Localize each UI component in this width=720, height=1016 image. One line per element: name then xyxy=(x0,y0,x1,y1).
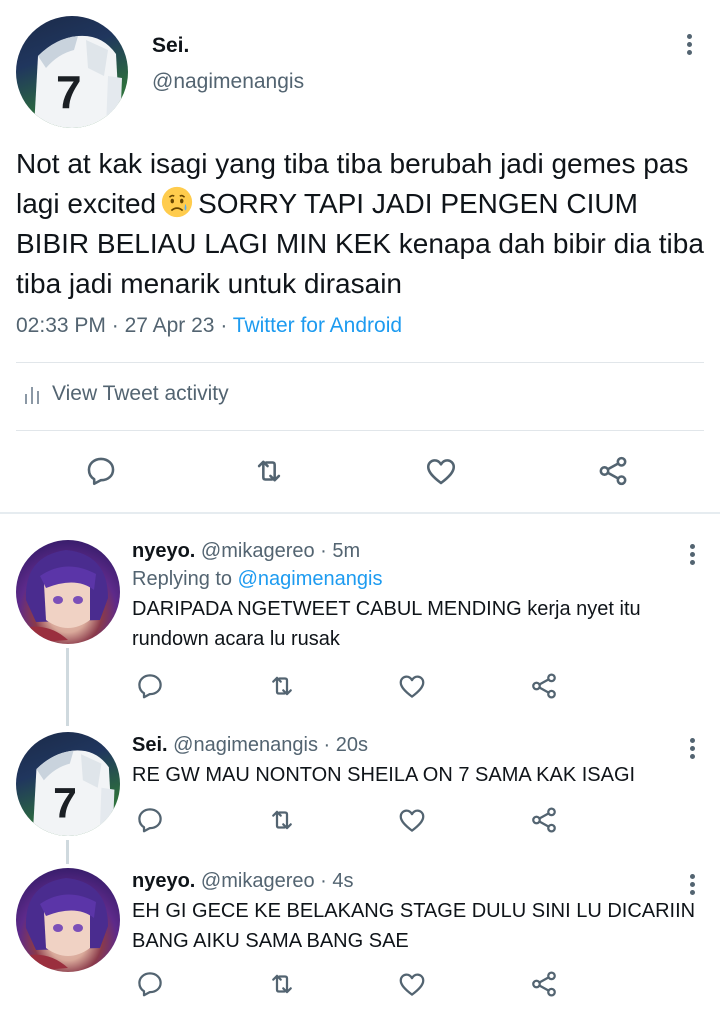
tweet-meta: 02:33 PM · 27 Apr 23 · Twitter for Andro… xyxy=(16,314,402,338)
reply-author-name[interactable]: nyeyo. xyxy=(132,870,195,892)
reply-author-handle[interactable]: @mikagereo xyxy=(201,540,315,562)
share-button[interactable] xyxy=(524,964,564,1004)
heart-icon xyxy=(426,459,456,485)
like-button[interactable] xyxy=(418,448,464,494)
retweet-icon xyxy=(272,810,292,830)
avatar-jersey-image: 7 xyxy=(34,35,122,128)
share-icon xyxy=(532,673,556,699)
comment-icon xyxy=(138,674,162,699)
more-options-button[interactable] xyxy=(689,874,695,898)
reply-button[interactable] xyxy=(130,666,170,706)
reply-time: · 4s xyxy=(320,870,354,892)
reply-header: nyeyo. @mikagereo · 5m xyxy=(132,540,360,563)
more-options-button[interactable] xyxy=(689,544,695,568)
view-tweet-activity-label: View Tweet activity xyxy=(52,382,229,405)
svg-text:7: 7 xyxy=(53,779,77,827)
divider xyxy=(16,430,704,431)
reply-button[interactable] xyxy=(130,800,170,840)
meta-separator: · xyxy=(111,314,119,337)
share-button[interactable] xyxy=(524,666,564,706)
reply-text: RE GW MAU NONTON SHEILA ON 7 SAMA KAK IS… xyxy=(132,764,636,786)
tweet-date: 27 Apr 23 xyxy=(124,314,215,337)
more-options-button[interactable] xyxy=(686,34,692,58)
reply-header: Sei. @nagimenangis · 20s xyxy=(132,734,368,757)
divider xyxy=(16,362,704,363)
heart-icon xyxy=(399,675,425,698)
retweet-button[interactable] xyxy=(262,666,302,706)
more-vertical-icon xyxy=(689,544,695,549)
share-button[interactable] xyxy=(524,800,564,840)
avatar-jersey-image: 7 xyxy=(32,750,115,836)
share-icon xyxy=(532,807,556,833)
replying-to: Replying to @nagimenangis xyxy=(132,568,382,591)
comment-icon xyxy=(138,972,162,997)
retweet-icon xyxy=(257,460,281,482)
more-vertical-icon xyxy=(686,34,692,39)
comment-icon xyxy=(138,808,162,833)
retweet-icon xyxy=(272,974,292,994)
avatar-character-image xyxy=(16,878,109,972)
reply-author-name[interactable]: Sei. xyxy=(132,734,168,756)
reply-tweet[interactable]: nyeyo. @mikagereo · 5m Replying to @nagi… xyxy=(0,530,720,726)
heart-icon xyxy=(399,809,425,832)
worried-face-emoji-icon xyxy=(161,186,193,218)
reply-button[interactable] xyxy=(130,964,170,1004)
reply-avatar[interactable] xyxy=(16,868,120,972)
author-handle[interactable]: @nagimenangis xyxy=(152,70,304,94)
reply-author-name[interactable]: nyeyo. xyxy=(132,540,195,562)
view-tweet-activity-button[interactable]: View Tweet activity xyxy=(24,382,229,406)
reply-avatar[interactable] xyxy=(16,540,120,644)
retweet-button[interactable] xyxy=(262,800,302,840)
avatar-character-image xyxy=(16,550,109,644)
mention-link[interactable]: @nagimenangis xyxy=(238,568,383,590)
more-options-button[interactable] xyxy=(689,738,695,762)
reply-time: · 20s xyxy=(323,734,369,756)
thread-line xyxy=(66,648,69,726)
reply-header: nyeyo. @mikagereo · 4s xyxy=(132,870,354,893)
reply-text: EH GI GECE KE BELAKANG STAGE DULU SINI L… xyxy=(132,900,696,952)
comment-icon xyxy=(87,457,115,486)
retweet-icon xyxy=(272,676,292,696)
reply-tweet[interactable]: 7 Sei. @nagimenangis · 20s RE GW MAU NON… xyxy=(0,722,720,864)
retweet-button[interactable] xyxy=(246,448,292,494)
tweet-time: 02:33 PM xyxy=(16,314,106,337)
like-button[interactable] xyxy=(392,666,432,706)
retweet-button[interactable] xyxy=(262,964,302,1004)
share-icon xyxy=(532,971,556,997)
like-button[interactable] xyxy=(392,800,432,840)
replying-to-label: Replying to xyxy=(132,568,233,590)
section-divider xyxy=(0,512,720,514)
reply-text: DARIPADA NGETWEET CABUL MENDING kerja ny… xyxy=(132,598,641,650)
reply-author-handle[interactable]: @nagimenangis xyxy=(173,734,318,756)
tweet-text: Not at kak isagi yang tiba tiba berubah … xyxy=(16,144,708,304)
tweet-source-link[interactable]: Twitter for Android xyxy=(233,314,402,337)
author-avatar[interactable]: 7 xyxy=(16,16,128,128)
more-vertical-icon xyxy=(689,874,695,879)
svg-text:7: 7 xyxy=(56,66,82,118)
heart-icon xyxy=(399,973,425,996)
share-icon xyxy=(599,456,627,486)
like-button[interactable] xyxy=(392,964,432,1004)
reply-author-handle[interactable]: @mikagereo xyxy=(201,870,315,892)
reply-time: · 5m xyxy=(320,540,361,562)
main-tweet: 7 Sei. @nagimenangis Not at kak isagi ya… xyxy=(0,0,720,512)
bar-chart-icon xyxy=(25,387,39,404)
reply-avatar[interactable]: 7 xyxy=(16,732,120,836)
reply-tweet[interactable]: nyeyo. @mikagereo · 4s EH GI GECE KE BEL… xyxy=(0,858,720,1016)
more-vertical-icon xyxy=(689,738,695,743)
author-name[interactable]: Sei. xyxy=(152,34,189,58)
share-button[interactable] xyxy=(590,448,636,494)
meta-separator: · xyxy=(220,314,228,337)
reply-button[interactable] xyxy=(78,448,124,494)
